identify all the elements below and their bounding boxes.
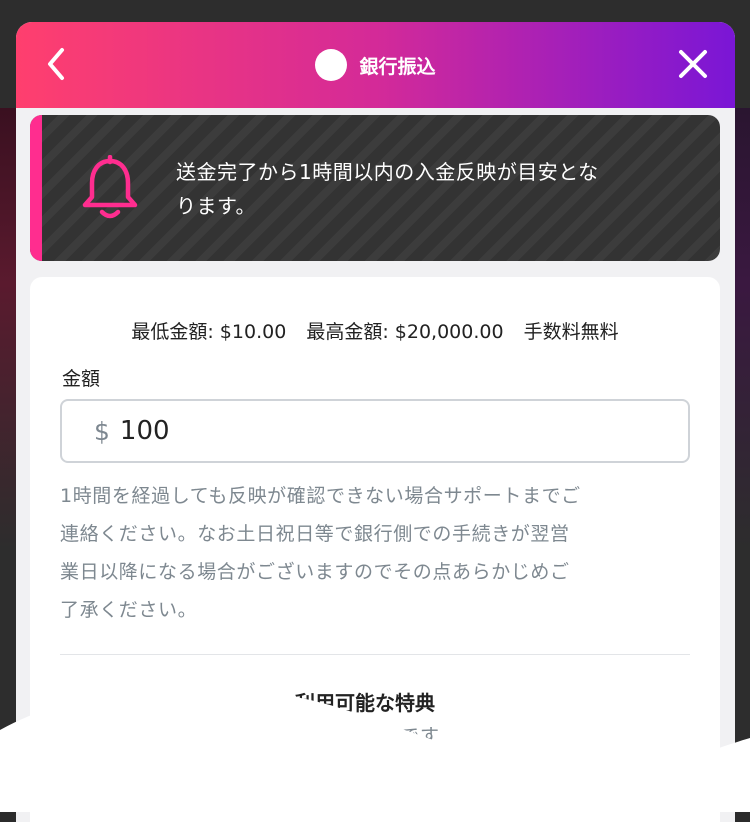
close-icon: [679, 50, 707, 78]
amount-limits: 最低金額: $10.00 最高金額: $20,000.00 手数料無料: [30, 317, 720, 344]
help-text-line: 連絡ください。なお土日祝日等で銀行側での手続きが翌営: [60, 523, 570, 545]
bell-icon: [82, 155, 138, 219]
help-text-line: 業日以降になる場合がございますのでその点あらかじめご: [60, 561, 570, 583]
close-button[interactable]: [671, 42, 715, 86]
back-button[interactable]: [38, 42, 74, 86]
amount-input[interactable]: [119, 416, 620, 446]
notice-text-line: ります。: [176, 194, 256, 218]
modal-title: 銀行振込: [359, 55, 436, 78]
section-divider: [60, 654, 690, 655]
backdrop-band-right: [734, 108, 750, 548]
fee-free-label: 手数料無料: [523, 321, 619, 343]
max-amount: 最高金額: $20,000.00: [306, 321, 504, 343]
min-amount: 最低金額: $10.00: [131, 321, 287, 343]
notice-text: 送金完了から1時間以内の入金反映が目安とな ります。: [176, 155, 676, 223]
help-text-line: 了承ください。: [60, 599, 198, 621]
wave-overlay: [0, 686, 750, 812]
support-help-text: 1時間を経過しても反映が確認できない場合サポートまでご 連絡ください。なお土日祝…: [60, 477, 692, 629]
notice-accent-bar: [30, 115, 42, 261]
bank-logo-icon: [315, 49, 348, 81]
deposit-notice: 送金完了から1時間以内の入金反映が目安とな ります。: [30, 115, 720, 261]
backdrop-band-left: [0, 108, 16, 548]
chevron-left-icon: [48, 48, 64, 80]
notice-text-line: 送金完了から1時間以内の入金反映が目安とな: [176, 160, 599, 184]
modal-header: 銀行振込: [16, 22, 735, 108]
modal-title-group: 銀行振込: [315, 49, 436, 81]
currency-symbol: $: [94, 416, 110, 446]
amount-field[interactable]: $: [60, 399, 690, 463]
help-text-line: 1時間を経過しても反映が確認できない場合サポートまでご: [60, 485, 581, 507]
amount-label: 金額: [62, 368, 101, 390]
